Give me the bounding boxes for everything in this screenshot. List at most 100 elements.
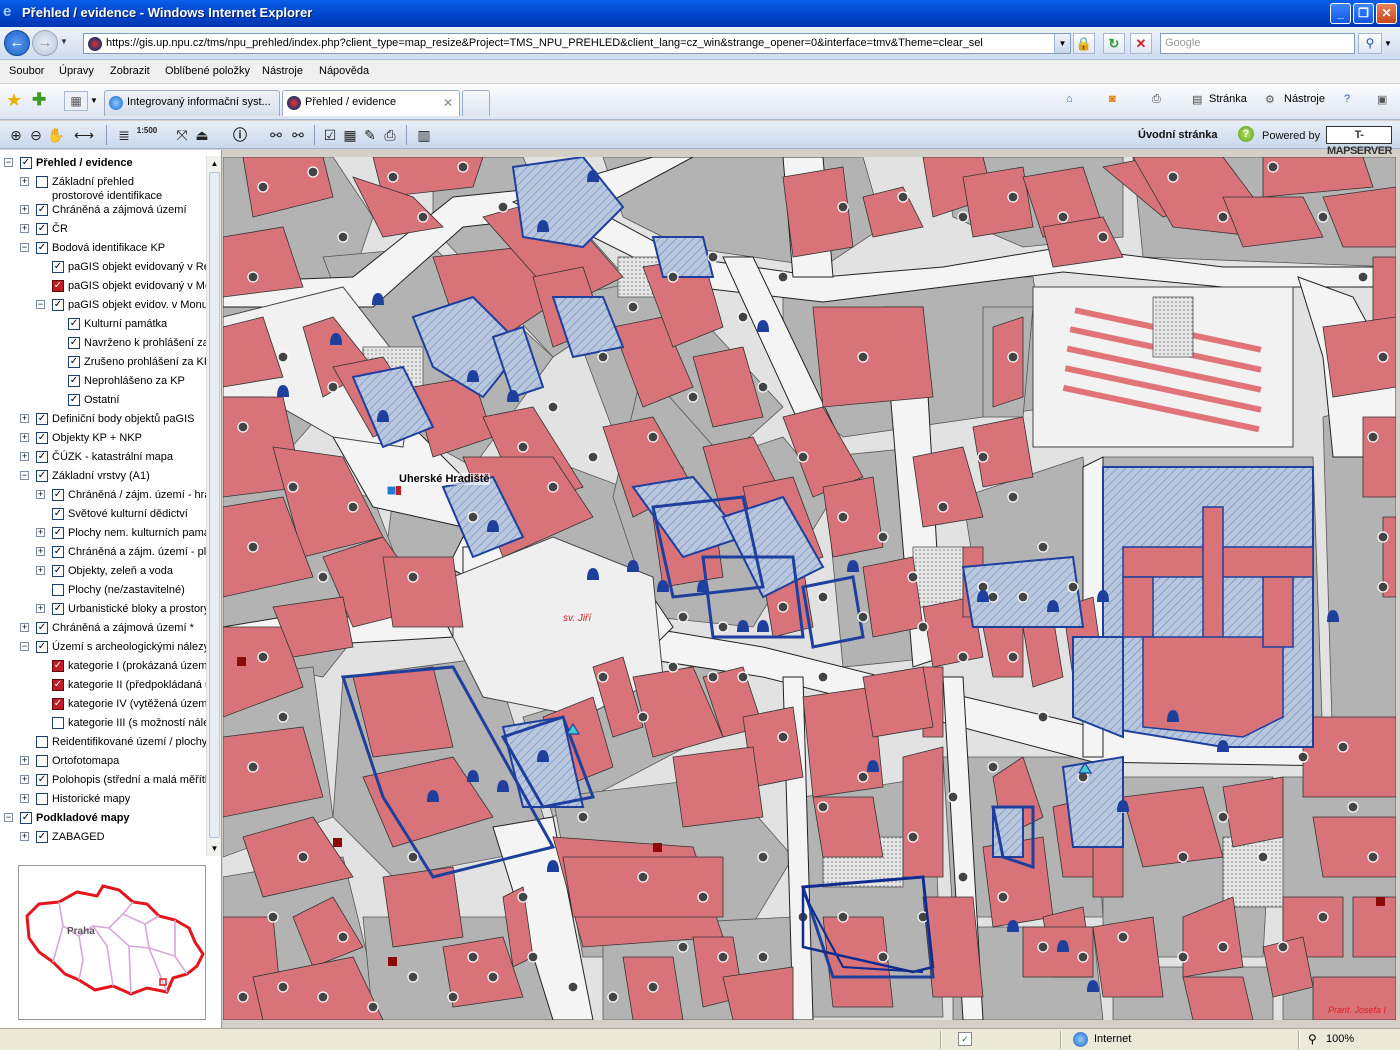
menu-tools[interactable]: Nástroje bbox=[262, 65, 303, 77]
layer-item[interactable]: + ✓ Chráněná a zájm. území - plo bbox=[0, 545, 206, 563]
monument-dot-marker[interactable] bbox=[677, 611, 689, 623]
monument-dot-marker[interactable] bbox=[267, 911, 279, 923]
monument-dot-marker[interactable] bbox=[517, 441, 529, 453]
layer-item[interactable]: ✓ kategorie II (předpokládaná ú bbox=[0, 678, 206, 696]
monument-dot-marker[interactable] bbox=[837, 511, 849, 523]
monument-dot-marker[interactable] bbox=[957, 211, 969, 223]
zoom-icon[interactable]: ⚲ bbox=[1308, 1032, 1317, 1046]
layer-checkbox[interactable]: ✓ bbox=[36, 831, 48, 843]
layer-checkbox[interactable]: ✓ bbox=[52, 546, 64, 558]
layer-checkbox[interactable] bbox=[36, 755, 48, 767]
monument-dot-marker[interactable] bbox=[817, 801, 829, 813]
layer-checkbox[interactable]: ✓ bbox=[52, 299, 64, 311]
layer-checkbox[interactable] bbox=[36, 736, 48, 748]
tools-menu[interactable]: Nástroje bbox=[1284, 93, 1325, 105]
monument-dot-marker[interactable] bbox=[757, 951, 769, 963]
collapse-icon[interactable]: − bbox=[20, 471, 29, 480]
menu-help[interactable]: Nápověda bbox=[319, 65, 369, 77]
quick-tabs-icon[interactable]: ▦ bbox=[64, 91, 88, 111]
layers-icon[interactable]: ≣ bbox=[114, 125, 134, 145]
tab-close-icon[interactable]: ✕ bbox=[443, 96, 453, 110]
forward-button[interactable]: → bbox=[32, 30, 58, 56]
monument-dot-marker[interactable] bbox=[277, 981, 289, 993]
layer-checkbox[interactable]: ✓ bbox=[36, 774, 48, 786]
tmapserver-logo[interactable]: T-MAPSERVER bbox=[1326, 126, 1392, 157]
monument-dot-marker[interactable] bbox=[517, 891, 529, 903]
layer-item[interactable]: + ✓ Definiční body objektů paGIS bbox=[0, 412, 206, 430]
layer-checkbox[interactable]: ✓ bbox=[20, 157, 32, 169]
monument-dot-marker[interactable] bbox=[1037, 541, 1049, 553]
monument-dot-marker[interactable] bbox=[1317, 211, 1329, 223]
monument-dot-marker[interactable] bbox=[1217, 211, 1229, 223]
monument-dot-marker[interactable] bbox=[957, 871, 969, 883]
monument-dot-marker[interactable] bbox=[737, 671, 749, 683]
zoom-level[interactable]: 100% bbox=[1326, 1033, 1354, 1045]
zoom-in-icon[interactable]: ⊕ bbox=[6, 125, 26, 145]
monument-dot-marker[interactable] bbox=[467, 511, 479, 523]
expand-icon[interactable]: + bbox=[36, 528, 45, 537]
layer-item[interactable]: − ✓ Bodová identifikace KP bbox=[0, 241, 206, 259]
monument-dot-marker[interactable] bbox=[247, 541, 259, 553]
monument-dot-marker[interactable] bbox=[237, 991, 249, 1003]
monument-dot-marker[interactable] bbox=[287, 481, 299, 493]
layer-checkbox[interactable]: ✓ bbox=[52, 508, 64, 520]
monument-dot-marker[interactable] bbox=[247, 761, 259, 773]
monument-dot-marker[interactable] bbox=[1377, 581, 1389, 593]
monument-dot-marker[interactable] bbox=[687, 391, 699, 403]
menu-file[interactable]: Soubor bbox=[9, 65, 44, 77]
select-icon[interactable]: ☑ bbox=[320, 125, 340, 145]
layer-checkbox[interactable]: ✓ bbox=[68, 394, 80, 406]
zoom-out-icon[interactable]: ⊖ bbox=[26, 125, 46, 145]
layer-checkbox[interactable]: ✓ bbox=[52, 565, 64, 577]
monument-dot-marker[interactable] bbox=[317, 571, 329, 583]
expand-icon[interactable]: + bbox=[36, 566, 45, 575]
monument-dot-marker[interactable] bbox=[387, 171, 399, 183]
table-icon[interactable]: ▦ bbox=[340, 125, 360, 145]
window-title-bar[interactable]: e Přehled / evidence - Windows Internet … bbox=[0, 0, 1400, 27]
expand-icon[interactable]: + bbox=[20, 832, 29, 841]
layer-checkbox[interactable]: ✓ bbox=[68, 375, 80, 387]
monument-dot-marker[interactable] bbox=[1267, 161, 1279, 173]
monument-dot-marker[interactable] bbox=[1337, 741, 1349, 753]
monument-dot-marker[interactable] bbox=[1167, 171, 1179, 183]
monument-dot-marker[interactable] bbox=[627, 301, 639, 313]
export-icon[interactable]: ✎ bbox=[360, 125, 380, 145]
monument-dot-marker[interactable] bbox=[977, 451, 989, 463]
layer-item[interactable]: − ✓ Území s archeologickými nálezy bbox=[0, 640, 206, 658]
layer-checkbox[interactable]: ✓ bbox=[52, 603, 64, 615]
monument-dot-marker[interactable] bbox=[237, 421, 249, 433]
home-page-link[interactable]: Úvodní stránka bbox=[1138, 129, 1217, 141]
monument-dot-marker[interactable] bbox=[667, 271, 679, 283]
monument-dot-marker[interactable] bbox=[1037, 711, 1049, 723]
search-binoculars-icon[interactable]: ⚯ bbox=[266, 125, 286, 145]
layer-checkbox[interactable] bbox=[36, 793, 48, 805]
monument-dot-marker[interactable] bbox=[577, 811, 589, 823]
layer-item[interactable]: Plochy (ne/zastavitelné) bbox=[0, 583, 206, 601]
scroll-up-icon[interactable]: ▲ bbox=[207, 156, 222, 171]
expand-icon[interactable]: + bbox=[36, 490, 45, 499]
history-dropdown-icon[interactable]: ▼ bbox=[60, 37, 68, 46]
tab-prehled-evidence[interactable]: Přehled / evidence ✕ bbox=[282, 90, 460, 116]
monument-dot-marker[interactable] bbox=[857, 351, 869, 363]
collapse-icon[interactable]: − bbox=[36, 300, 45, 309]
monument-dot-marker[interactable] bbox=[1037, 941, 1049, 953]
monument-dot-marker[interactable] bbox=[1057, 211, 1069, 223]
monument-dot-marker[interactable] bbox=[937, 501, 949, 513]
monument-dot-marker[interactable] bbox=[697, 891, 709, 903]
layer-item[interactable]: − ✓ Přehled / evidence bbox=[0, 156, 206, 174]
monument-dot-marker[interactable] bbox=[667, 661, 679, 673]
monument-dot-marker[interactable] bbox=[307, 166, 319, 178]
expand-icon[interactable]: + bbox=[20, 177, 29, 186]
layer-item[interactable]: ✓ kategorie I (prokázaná území bbox=[0, 659, 206, 677]
pan-arrows-icon[interactable]: ⟷ bbox=[68, 125, 100, 145]
expand-icon[interactable]: + bbox=[20, 623, 29, 632]
scroll-thumb[interactable] bbox=[209, 172, 220, 838]
expand-icon[interactable]: + bbox=[20, 756, 29, 765]
monument-dot-marker[interactable] bbox=[877, 531, 889, 543]
monument-dot-marker[interactable] bbox=[777, 731, 789, 743]
monument-dot-marker[interactable] bbox=[327, 381, 339, 393]
monument-dot-marker[interactable] bbox=[637, 871, 649, 883]
address-dropdown-icon[interactable]: ▼ bbox=[1054, 34, 1070, 53]
layer-checkbox[interactable]: ✓ bbox=[52, 527, 64, 539]
layer-item[interactable]: − ✓ paGIS objekt evidov. v Monum bbox=[0, 298, 206, 316]
